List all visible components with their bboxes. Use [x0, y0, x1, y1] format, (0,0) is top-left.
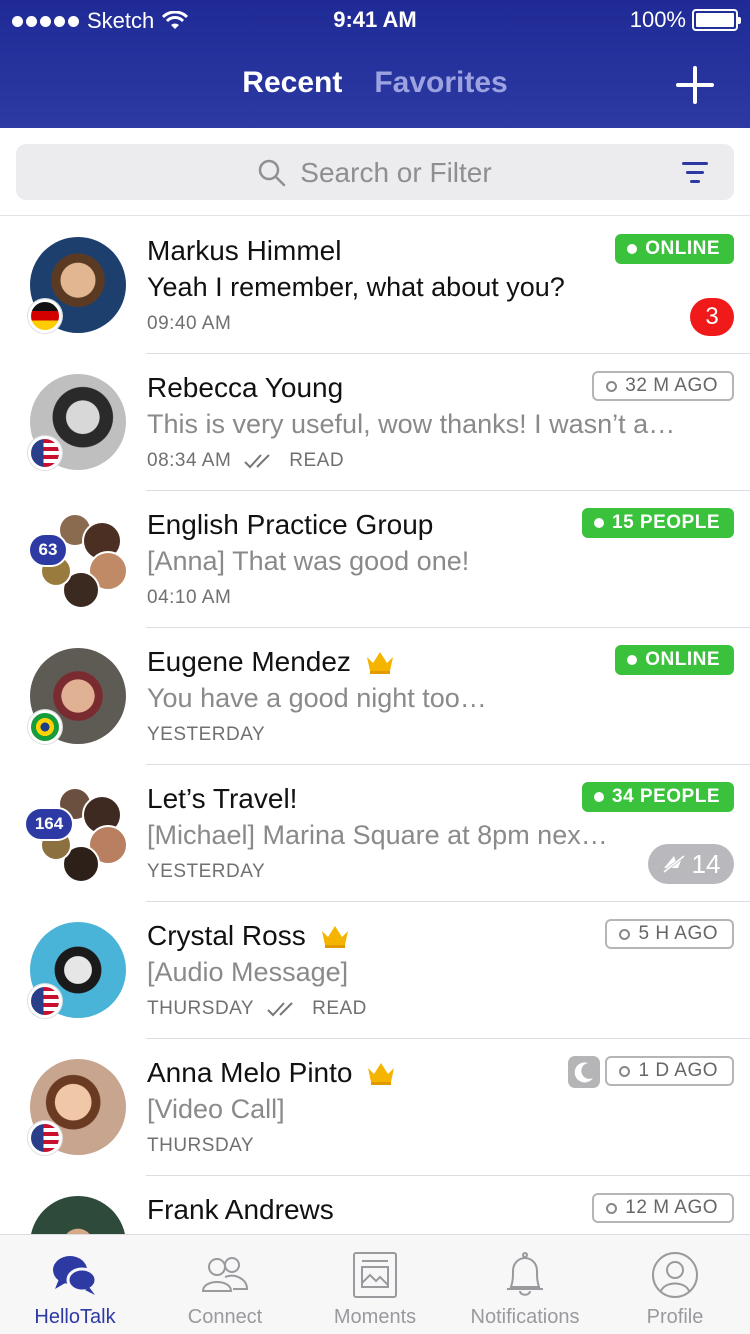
moon-icon [568, 1056, 600, 1088]
message-meta: 04:10 AM [147, 587, 231, 609]
nav-tabs: Recent Favorites [0, 66, 750, 100]
tab-bar: HelloTalk Connect Moments Notifications … [0, 1234, 750, 1334]
chat-row[interactable]: Crystal Ross [Audio Message] THURSDAY RE… [0, 902, 750, 1039]
status-badge: 1 D AGO [605, 1056, 734, 1086]
tab-profile[interactable]: Profile [600, 1235, 750, 1334]
battery-percent: 100% [629, 7, 686, 32]
message-meta: 09:40 AM [147, 313, 231, 335]
tab-notifications[interactable]: Notifications [450, 1235, 600, 1334]
status-badge: 5 H AGO [605, 919, 734, 949]
search-icon [259, 159, 286, 187]
usa-flag-icon [28, 984, 62, 1018]
last-message: [Audio Message] [147, 957, 349, 987]
message-time: THURSDAY [147, 1135, 255, 1156]
people-badge: 34 PEOPLE [582, 782, 734, 812]
search-input[interactable]: Search or Filter [16, 144, 734, 200]
member-count: 63 [28, 533, 68, 567]
chat-row[interactable]: Eugene Mendez You have a good night too…… [0, 628, 750, 765]
read-label: READ [289, 450, 345, 471]
last-message: This is very useful, wow thanks! I wasn’… [147, 409, 676, 439]
last-message: [Anna] That was good one! [147, 546, 470, 576]
last-message: [Michael] Marina Square at 8pm nex… [147, 820, 608, 850]
message-time: THURSDAY [147, 998, 255, 1019]
member-count: 164 [24, 807, 74, 841]
crown-icon [368, 1063, 395, 1085]
muted-unread-badge: 14 [648, 844, 734, 884]
last-message: [Video Call] [147, 1094, 285, 1124]
contact-name: Frank Andrews [147, 1194, 334, 1225]
people-icon [195, 1245, 255, 1305]
message-time: 04:10 AM [147, 587, 232, 608]
status-bar: Sketch 9:41 AM 100% [0, 0, 750, 40]
germany-flag-icon [28, 299, 62, 333]
tab-label: Moments [333, 1306, 417, 1328]
search-placeholder: Search or Filter [300, 157, 492, 188]
chat-row[interactable]: Frank Andrews 12 M AGO [0, 1176, 750, 1234]
last-message: Yeah I remember, what about you? [147, 272, 565, 302]
group-name: Let’s Travel! [147, 783, 298, 814]
tab-label: Profile [646, 1306, 704, 1328]
crown-icon [366, 652, 393, 674]
message-time: 08:34 AM [147, 450, 232, 471]
read-check-icon [267, 1002, 293, 1017]
message-time: YESTERDAY [147, 861, 266, 882]
search-bar: Search or Filter [0, 128, 750, 216]
chat-row[interactable]: Anna Melo Pinto [Video Call] THURSDAY 1 … [0, 1039, 750, 1176]
tab-moments[interactable]: Moments [300, 1235, 450, 1334]
read-label: READ [312, 998, 367, 1019]
group-name: English Practice Group [147, 509, 434, 540]
message-meta: YESTERDAY [147, 724, 265, 746]
tab-favorites[interactable]: Favorites [374, 66, 507, 100]
battery-icon [692, 9, 741, 31]
chat-row[interactable]: 63 English Practice Group [Anna] That wa… [0, 491, 750, 628]
status-right: 100% [629, 7, 741, 33]
message-time: 09:40 AM [147, 313, 232, 334]
brazil-flag-icon [28, 710, 62, 744]
chat-list: Markus Himmel Yeah I remember, what abou… [0, 217, 750, 1234]
chat-row[interactable]: Markus Himmel Yeah I remember, what abou… [0, 217, 750, 354]
usa-flag-icon [28, 1121, 62, 1155]
moments-icon [345, 1245, 405, 1305]
profile-icon [645, 1245, 705, 1305]
message-time: YESTERDAY [147, 724, 266, 745]
avatar [30, 1196, 126, 1234]
tab-hellotalk[interactable]: HelloTalk [0, 1235, 150, 1334]
contact-name: Rebecca Young [147, 372, 344, 403]
usa-flag-icon [28, 436, 62, 470]
mute-icon [662, 854, 685, 874]
last-message: You have a good night too… [147, 683, 487, 713]
contact-name: Anna Melo Pinto [147, 1057, 396, 1089]
add-chat-button[interactable] [676, 66, 714, 104]
contact-name: Markus Himmel [147, 235, 342, 266]
tab-recent[interactable]: Recent [242, 66, 342, 100]
message-meta: 08:34 AM READ [147, 450, 344, 472]
status-badge: ONLINE [615, 645, 734, 675]
unread-badge: 3 [690, 298, 734, 336]
message-meta: THURSDAY READ [147, 998, 367, 1020]
bell-icon [495, 1245, 555, 1305]
status-badge: 32 M AGO [592, 371, 734, 401]
people-badge: 15 PEOPLE [582, 508, 734, 538]
chat-row[interactable]: 164 Let’s Travel! [Michael] Marina Squar… [0, 765, 750, 902]
message-meta: THURSDAY [147, 1135, 254, 1157]
tab-label: Connect [187, 1306, 263, 1328]
status-badge: 12 M AGO [592, 1193, 734, 1223]
tab-label: HelloTalk [34, 1306, 116, 1328]
chat-bubbles-icon [45, 1245, 105, 1305]
tab-connect[interactable]: Connect [150, 1235, 300, 1334]
message-meta: YESTERDAY [147, 861, 265, 883]
contact-name: Crystal Ross [147, 920, 350, 952]
read-check-icon [244, 454, 270, 469]
contact-name: Eugene Mendez [147, 646, 395, 678]
tab-label: Notifications [470, 1306, 580, 1328]
status-badge: ONLINE [615, 234, 734, 264]
crown-icon [321, 926, 348, 948]
header: Sketch 9:41 AM 100% Recent Favorites [0, 0, 750, 128]
chat-row[interactable]: Rebecca Young This is very useful, wow t… [0, 354, 750, 491]
filter-icon[interactable] [682, 162, 708, 184]
